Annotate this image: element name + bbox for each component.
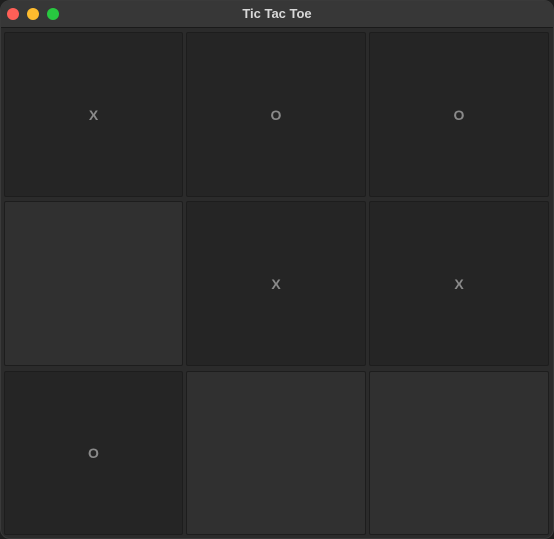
app-window: Tic Tac Toe X O O X X O bbox=[0, 0, 554, 539]
board-cell[interactable]: X bbox=[186, 201, 366, 366]
window-title: Tic Tac Toe bbox=[242, 6, 312, 21]
board-cell[interactable] bbox=[4, 201, 183, 366]
board-cell[interactable] bbox=[186, 371, 366, 535]
board-cell[interactable] bbox=[369, 371, 549, 535]
game-board: X O O X X O bbox=[2, 29, 551, 537]
board-cell[interactable]: X bbox=[4, 32, 183, 197]
board-cell[interactable]: O bbox=[369, 32, 549, 197]
board-cell[interactable]: O bbox=[186, 32, 366, 197]
board-cell[interactable]: O bbox=[4, 371, 183, 535]
board-cell[interactable]: X bbox=[369, 201, 549, 366]
title-bar: Tic Tac Toe bbox=[1, 1, 553, 28]
